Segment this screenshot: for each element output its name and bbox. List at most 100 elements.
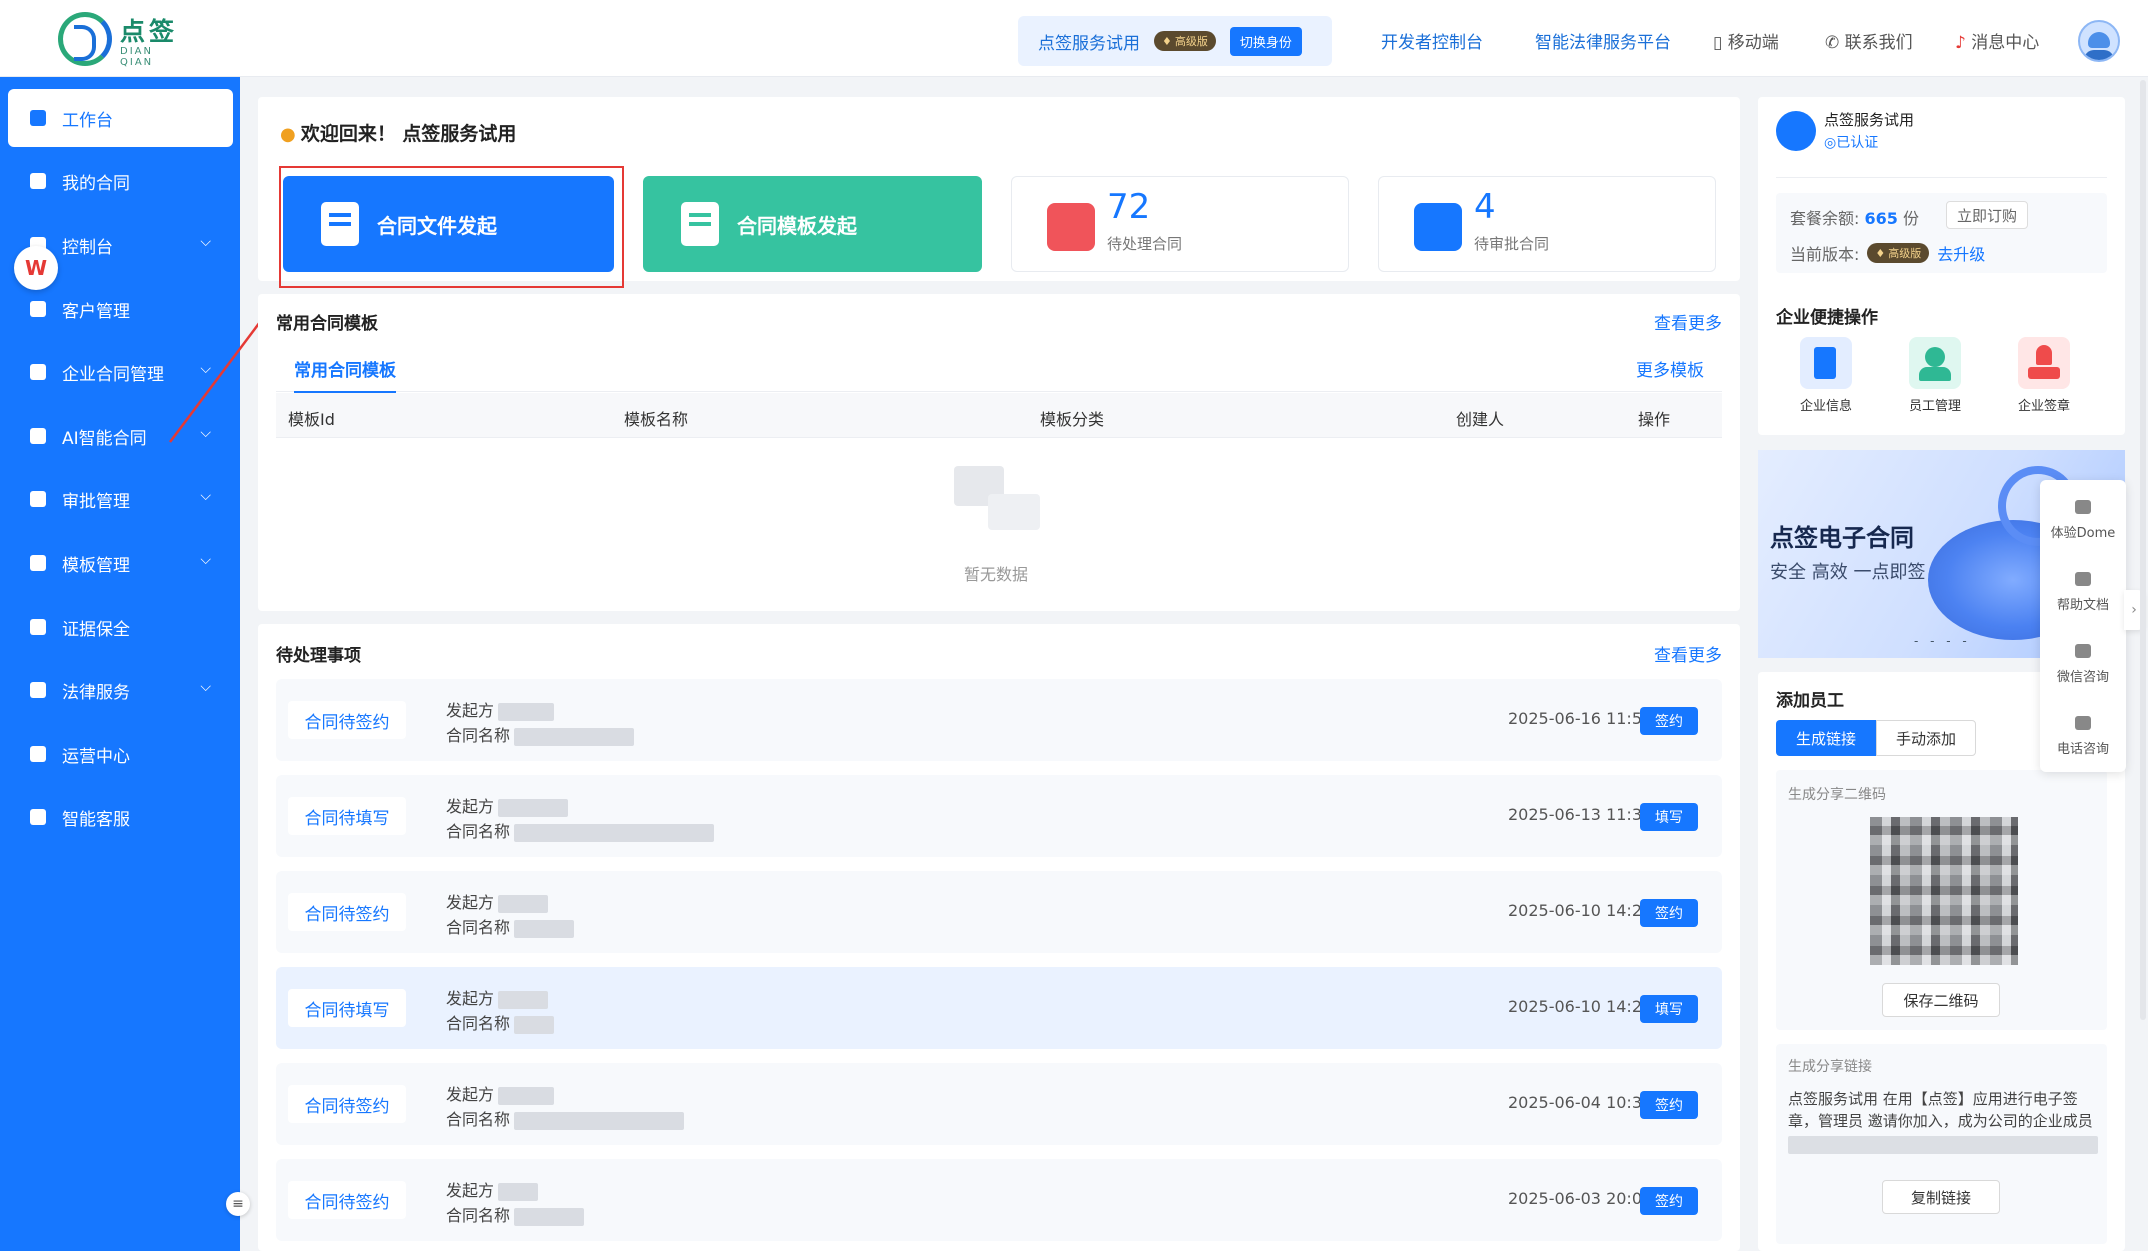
quick-actions-title: 企业便捷操作 [1776, 308, 1878, 328]
sidebar-item-service[interactable]: 智能客服 [8, 788, 233, 846]
task-row[interactable]: 合同待签约 发起方 合同名称 2025-06-03 20:09 签约 [276, 1159, 1722, 1241]
start-template-contract-button[interactable]: 合同模板发起 [643, 176, 982, 272]
scrollbar[interactable] [2140, 80, 2146, 1020]
identity-name[interactable]: 点签服务试用 [1038, 29, 1140, 54]
pending-contract-icon [1047, 203, 1095, 251]
approval-label: 待审批合同 [1474, 235, 1550, 253]
save-qr-button[interactable]: 保存二维码 [1882, 983, 2000, 1017]
tab-common-templates[interactable]: 常用合同模板 [294, 356, 396, 394]
task-row[interactable]: 合同待签约 发起方 合同名称 2025-06-10 14:28 签约 [276, 871, 1722, 953]
copy-link-button[interactable]: 复制链接 [1882, 1180, 2000, 1214]
logo-subtext: DIAN QIAN [120, 46, 154, 68]
approval-contracts-card[interactable]: 4 待审批合同 [1378, 176, 1716, 272]
link-label: 生成分享链接 [1788, 1059, 1872, 1075]
task-action-button[interactable]: 签约 [1640, 1091, 1698, 1119]
staff-icon [1909, 337, 1961, 389]
task-time: 2025-06-16 11:56 [1508, 709, 1653, 728]
redacted-link [1788, 1136, 2098, 1154]
pending-count: 72 [1107, 187, 1151, 227]
redacted-text [498, 798, 569, 817]
qr-code [1870, 817, 2018, 965]
redacted-text [514, 1207, 585, 1226]
banner-subtitle: 安全 高效 一点即签 [1770, 562, 1926, 583]
welcome-row: ● 欢迎回来！ 点签服务试用 [280, 119, 516, 146]
plan-box: 套餐余额: 665 份 立即订购 当前版本: ♦ 高级版 去升级 [1776, 193, 2107, 273]
task-action-button[interactable]: 签约 [1640, 1187, 1698, 1215]
nav-mobile[interactable]: ▯ 移动端 [1713, 28, 1779, 53]
task-tag: 合同待签约 [288, 1085, 406, 1123]
task-time: 2025-06-10 14:28 [1508, 901, 1653, 920]
task-tag: 合同待签约 [288, 893, 406, 931]
user-avatar[interactable] [2078, 20, 2120, 62]
redacted-text [498, 1182, 539, 1201]
nav-legal-platform[interactable]: 智能法律服务平台 [1535, 28, 1671, 53]
buy-now-button[interactable]: 立即订购 [1946, 201, 2029, 229]
seal-icon [2018, 337, 2070, 389]
redacted-text [498, 894, 549, 913]
sidebar-item-workbench[interactable]: 工作台 [8, 89, 233, 147]
pending-label: 待处理合同 [1107, 235, 1183, 253]
nav-contact[interactable]: ✆ 联系我们 [1825, 28, 1913, 53]
sidebar-item-legal[interactable]: 法律服务 ⌵ [8, 661, 233, 719]
carousel-dots[interactable]: - - - - [1914, 634, 1971, 648]
task-action-button[interactable]: 签约 [1640, 707, 1698, 735]
tab-manual-add[interactable]: 手动添加 [1876, 720, 1976, 756]
task-row[interactable]: 合同待签约 发起方 合同名称 2025-06-16 11:56 签约 [276, 679, 1722, 761]
task-time: 2025-06-10 14:22 [1508, 997, 1653, 1016]
link-box: 生成分享链接 点签服务试用 在用【点签】应用进行电子签章，管理员 邀请你加入，成… [1776, 1044, 2107, 1244]
templates-tab-bar: 常用合同模板 更多模板 [276, 346, 1722, 394]
sidebar-item-my-contracts[interactable]: 我的合同 [8, 152, 233, 210]
redacted-text [498, 990, 549, 1009]
version-badge: ♦ 高级版 [1867, 243, 1930, 263]
quick-staff[interactable]: 员工管理 [1893, 337, 1977, 414]
nav-developer-console[interactable]: 开发者控制台 [1381, 28, 1483, 53]
task-tag: 合同待填写 [288, 797, 406, 835]
approval-icon [30, 491, 46, 507]
tasks-more-link[interactable]: 查看更多 [1654, 641, 1722, 666]
phone-icon [2075, 716, 2091, 730]
switch-identity-button[interactable]: 切换身份 [1229, 26, 1302, 56]
monitor-icon [2075, 500, 2091, 514]
quick-company-info[interactable]: 企业信息 [1784, 337, 1868, 414]
float-demo[interactable]: 体验Dome [2040, 500, 2126, 541]
floating-toolbar: 体验Dome 帮助文档 微信咨询 电话咨询 [2040, 480, 2126, 772]
template-icon [681, 202, 719, 246]
chevron-down-icon: ⌵ [200, 679, 211, 695]
sidebar-item-templates[interactable]: 模板管理 ⌵ [8, 534, 233, 592]
sidebar-item-approval[interactable]: 审批管理 ⌵ [8, 470, 233, 528]
approval-count: 4 [1474, 187, 1496, 227]
redacted-text [514, 727, 635, 746]
wps-icon[interactable]: W [14, 246, 58, 290]
float-wechat[interactable]: 微信咨询 [2040, 644, 2126, 685]
float-help-docs[interactable]: 帮助文档 [2040, 572, 2126, 613]
task-action-button[interactable]: 填写 [1640, 803, 1698, 831]
task-row[interactable]: 合同待填写 发起方 合同名称 2025-06-13 11:32 填写 [276, 775, 1722, 857]
chevron-down-icon: ⌵ [200, 488, 211, 504]
nav-messages[interactable]: ♪ 消息中心 [1955, 28, 2039, 53]
tab-generate-link[interactable]: 生成链接 [1776, 720, 1876, 756]
doc-icon [2075, 572, 2091, 586]
empty-text: 暂无数据 [964, 565, 1029, 584]
home-icon [30, 110, 46, 126]
templates-more-link[interactable]: 查看更多 [1654, 309, 1722, 334]
redacted-text [514, 823, 715, 842]
task-tag: 合同待签约 [288, 701, 406, 739]
more-templates-link[interactable]: 更多模板 [1636, 356, 1704, 381]
float-phone[interactable]: 电话咨询 [2040, 716, 2126, 757]
company-icon [1776, 111, 1816, 151]
task-action-button[interactable]: 填写 [1640, 995, 1698, 1023]
verified-label: ◎已认证 [1824, 135, 1879, 151]
collapse-sidebar-icon[interactable]: ≡ [226, 1192, 250, 1216]
pending-contracts-card[interactable]: 72 待处理合同 [1011, 176, 1349, 272]
task-row[interactable]: 合同待填写 发起方 合同名称 2025-06-10 14:22 填写 [276, 967, 1722, 1049]
quick-seal[interactable]: 企业签章 [2002, 337, 2086, 414]
upgrade-link[interactable]: 去升级 [1937, 241, 1985, 265]
sidebar-item-evidence[interactable]: 证据保全 [8, 598, 233, 656]
redacted-text [498, 702, 555, 721]
logo[interactable]: 点签 DIAN QIAN [58, 10, 188, 68]
col-actions: 操作 [1638, 410, 1671, 429]
evidence-icon [30, 619, 46, 635]
task-action-button[interactable]: 签约 [1640, 899, 1698, 927]
sidebar-item-operations[interactable]: 运营中心 [8, 725, 233, 783]
task-row[interactable]: 合同待签约 发起方 合同名称 2025-06-04 10:37 签约 [276, 1063, 1722, 1145]
